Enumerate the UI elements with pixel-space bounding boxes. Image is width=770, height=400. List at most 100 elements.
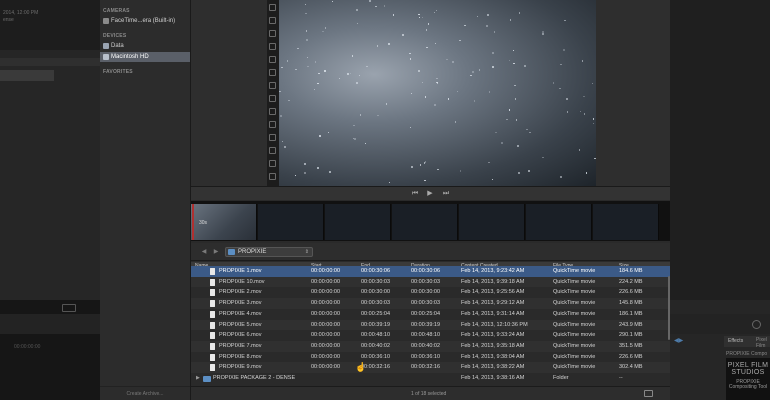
particle [304,172,306,174]
video-preview[interactable] [279,0,596,186]
background-band [0,58,100,66]
sidebar-item-data[interactable]: Data [100,41,190,51]
folder-popup[interactable]: PROPIXIE ⇕ [225,247,313,257]
background-meta-date: 2014, 12:00 PM [3,10,39,16]
sidebar-item-macintosh-hd[interactable]: Macintosh HD [100,52,190,62]
cell-created: Feb 14, 2013, 9:31:14 AM [461,310,525,317]
particle [508,59,511,62]
cell-start: 00:00:00:00 [311,364,341,371]
table-row[interactable]: PROPIXIE 10.mov 00:00:00:00 00:00:30:03 00:… [191,276,670,288]
skip-back-icon[interactable]: ⏮ [409,189,421,199]
cell-duration: 00:00:25:04 [411,310,441,317]
background-timeline-band [0,314,100,334]
film-hole [269,108,276,115]
filmstrip-thumb[interactable]: 30s [191,204,257,240]
particle [526,128,528,131]
cell-size: 290.1 MB [619,332,643,339]
particle [329,171,331,173]
background-app-right: ◀▶ Effects Pixel Film PROPIXIE Compo PIX… [670,0,770,400]
filmstrip-thumb[interactable] [325,204,391,240]
particle [411,166,413,168]
particle [279,90,281,93]
particle [352,137,355,140]
table-row[interactable]: PROPIXIE 7.mov 00:00:00:00 00:00:40:02 00:0… [191,340,670,352]
table-row[interactable]: PROPIXIE 5.mov 00:00:00:00 00:00:39:19 00:0… [191,319,670,331]
logo-line1: PIXEL FILM [727,362,769,369]
cell-duration: 00:00:30:00 [411,289,441,296]
particle [447,98,450,100]
cell-end: 00:00:30:03 [361,300,391,307]
sidebar-item-facetime-camera[interactable]: FaceTime...era (Built-in) [100,16,190,26]
filmstrip-thumb[interactable] [258,204,324,240]
particle [592,118,595,120]
background-timeline-button[interactable] [62,304,76,312]
forward-arrow-icon[interactable]: ▶ [211,248,221,257]
cell-created: Feb 14, 2013, 9:23:42 AM [461,268,525,274]
back-arrow-icon[interactable]: ◀ [199,248,209,257]
filmstrip-thumb[interactable] [526,204,592,240]
particle [492,66,494,68]
particle [517,145,519,147]
create-archive-button[interactable]: Create Archive... [100,386,190,400]
table-row[interactable]: PROPIXIE 3.mov 00:00:00:00 00:00:30:03 00:0… [191,298,670,309]
folder-popup-label: PROPIXIE [238,249,267,255]
table-row[interactable]: PROPIXIE 6.mov 00:00:00:00 00:00:48:10 00:0… [191,330,670,341]
skip-forward-icon[interactable]: ⏭ [440,189,452,199]
table-scrollbar[interactable] [668,276,670,340]
particle [314,61,317,63]
particle [281,140,284,143]
particle [581,60,584,62]
particle [524,65,526,67]
particle [351,55,354,57]
particle [566,98,568,100]
particle [359,114,362,116]
filmstrip-view-icon[interactable] [644,390,653,397]
table-row[interactable]: PROPIXIE 4.mov 00:00:00:00 00:00:25:04 00:0… [191,309,670,320]
particle [437,168,439,171]
cell-start: 00:00:00:00 [311,268,341,274]
particle [459,170,462,172]
particle [493,31,496,33]
particle [518,12,521,14]
particle [513,62,515,65]
effects-tab2[interactable]: Pixel Film [756,337,770,349]
particle [281,66,283,69]
viewer-filmstrip-edge [267,0,279,186]
table-row[interactable]: PROPIXIE 2.mov 00:00:00:00 00:00:30:00 00:0… [191,287,670,298]
table-row[interactable]: ▶ PROPIXIE PACKAGE 2 - DENSE Feb 14, 2013,… [191,373,670,384]
selection-count: 1 of 18 selected [411,391,447,397]
cell-size: 351.5 MB [619,342,643,349]
particle [518,172,520,174]
table-row[interactable]: PROPIXIE 1.mov 00:00:00:00 00:00:30:06 00:0… [191,266,670,277]
particle [488,91,491,93]
particle [560,176,562,178]
play-icon[interactable]: ▶ [424,189,436,199]
particle [454,121,457,123]
film-hole [269,82,276,89]
filmstrip-thumb[interactable] [459,204,525,240]
path-bar: ◀ ▶ PROPIXIE ⇕ [191,243,670,261]
background-timecode: 00:00:00:00 [14,344,41,350]
particle [347,73,349,75]
table-row[interactable]: PROPIXIE 8.mov 00:00:00:00 00:00:36:10 00:0… [191,352,670,363]
filmstrip-thumbnails[interactable]: 30s [191,201,670,241]
particle [492,52,494,54]
particle [512,49,515,52]
particle [424,96,427,98]
particle [418,70,420,72]
particle [383,5,386,7]
particle [331,0,334,3]
disclosure-triangle-icon[interactable]: ▶ [196,373,200,384]
cell-duration: 00:00:36:10 [411,353,441,360]
cell-end: 00:00:36:10 [361,353,391,360]
particle [356,9,358,11]
filmstrip-thumb[interactable] [593,204,659,240]
table-row[interactable]: PROPIXIE 9.mov 00:00:00:00 00:00:32:16 00:0… [191,362,670,373]
filmstrip-thumb[interactable] [392,204,458,240]
particle [528,170,530,172]
particle [392,14,395,16]
background-right-label: PROPIXIE Compo [726,351,768,357]
playhead[interactable] [192,204,194,240]
film-hole [269,121,276,128]
particle [356,22,359,25]
